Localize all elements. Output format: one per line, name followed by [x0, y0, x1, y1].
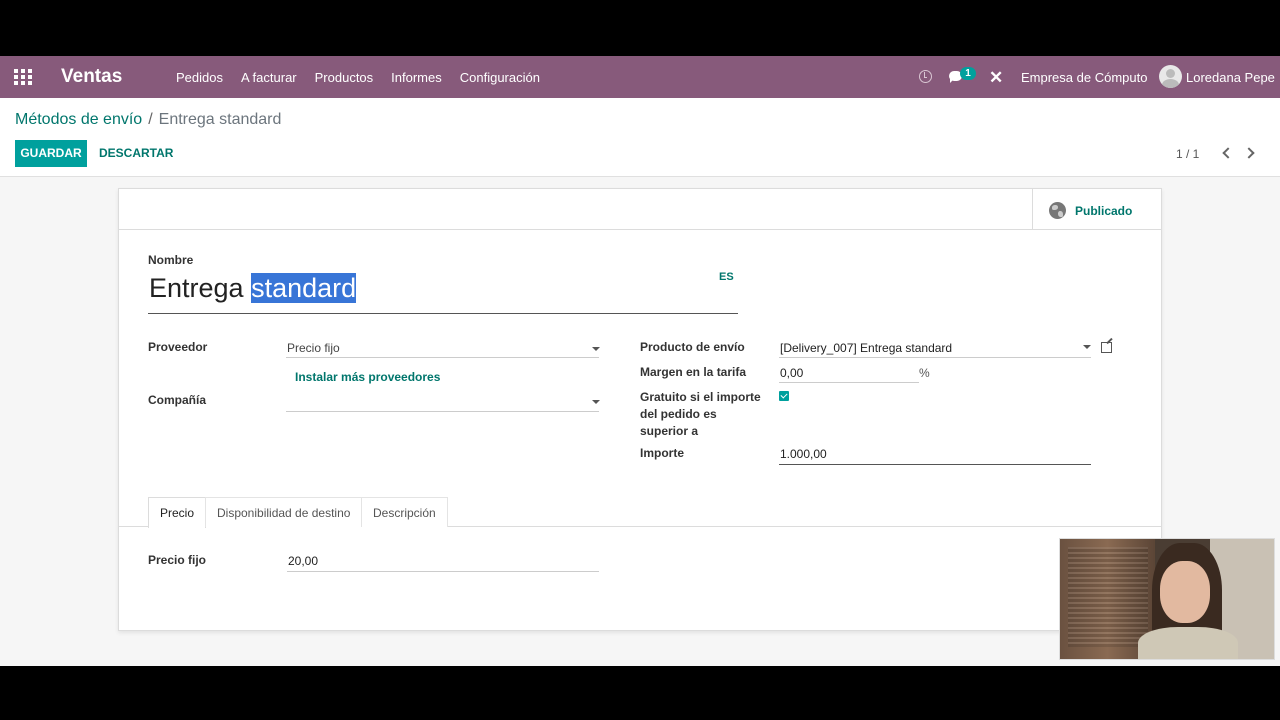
provider-select[interactable]: Precio fijo: [287, 341, 340, 355]
name-input[interactable]: Entrega standard: [149, 273, 357, 304]
name-underline: [148, 313, 738, 314]
amount-input[interactable]: 1.000,00: [780, 447, 827, 461]
top-navbar: Ventas Pedidos A facturar Productos Info…: [0, 56, 1280, 98]
user-menu[interactable]: Loredana Pepe: [1186, 70, 1275, 85]
published-label: Publicado: [1075, 204, 1133, 218]
activity-clock-icon[interactable]: [919, 70, 932, 83]
control-panel: Métodos de envío / Entrega standard GUARDA…: [0, 98, 1280, 177]
messages-count-badge: 1: [960, 67, 976, 80]
external-link-icon[interactable]: [1101, 342, 1112, 353]
save-button[interactable]: GUARDAR: [15, 140, 87, 167]
delivery-product-select[interactable]: [Delivery_007] Entrega standard: [780, 341, 952, 355]
menu-item-pedidos[interactable]: Pedidos: [176, 70, 223, 85]
margin-label: Margen en la tarifa: [640, 365, 747, 379]
globe-icon: [1049, 202, 1066, 219]
pager-next-icon[interactable]: [1243, 147, 1255, 159]
breadcrumb-separator: /: [148, 111, 153, 128]
name-label: Nombre: [148, 253, 194, 267]
translate-language-button[interactable]: ES: [719, 271, 734, 283]
webcam-overlay: [1059, 538, 1275, 660]
amount-label: Importe: [640, 446, 685, 460]
menu-item-configuracion[interactable]: Configuración: [460, 70, 540, 85]
free-over-checkbox[interactable]: [779, 391, 789, 401]
main-menu: Pedidos A facturar Productos Informes Co…: [176, 70, 558, 85]
company-switcher[interactable]: Empresa de Cómputo: [1021, 70, 1147, 85]
tab-precio[interactable]: Precio: [148, 497, 207, 528]
menu-item-a-facturar[interactable]: A facturar: [241, 70, 297, 85]
tab-descripcion[interactable]: Descripción: [361, 497, 448, 527]
fixed-price-underline: [287, 571, 599, 572]
company-select[interactable]: [287, 394, 587, 408]
free-over-label: Gratuito si el importe del pedido es sup…: [640, 390, 761, 438]
app-name[interactable]: Ventas: [61, 66, 122, 88]
pager-previous-icon[interactable]: [1222, 147, 1234, 159]
company-label: Compañía: [148, 393, 207, 407]
menu-item-productos[interactable]: Productos: [315, 70, 374, 85]
fixed-price-label: Precio fijo: [148, 553, 207, 567]
delivery-product-dropdown-icon[interactable]: [1083, 345, 1091, 349]
published-toggle-button[interactable]: Publicado: [1032, 189, 1163, 230]
delivery-product-label: Producto de envío: [640, 340, 745, 354]
smart-button-box: Publicado: [119, 189, 1161, 230]
delivery-product-underline: [779, 357, 1091, 358]
margin-input[interactable]: 0,00: [780, 366, 803, 380]
user-avatar[interactable]: [1159, 65, 1182, 88]
company-dropdown-icon[interactable]: [592, 400, 600, 404]
provider-label: Proveedor: [148, 340, 208, 354]
name-plain-text: Entrega: [149, 273, 252, 303]
breadcrumb-current: Entrega standard: [158, 111, 282, 128]
apps-grid-icon[interactable]: [14, 69, 32, 85]
debug-tools-icon[interactable]: ✕: [989, 68, 1003, 88]
install-providers-link[interactable]: Instalar más proveedores: [295, 370, 440, 384]
provider-dropdown-icon[interactable]: [592, 347, 600, 351]
fixed-price-input[interactable]: 20,00: [288, 554, 318, 568]
margin-unit: %: [919, 366, 930, 380]
amount-underline: [779, 464, 1091, 465]
breadcrumb: Métodos de envío / Entrega standard: [15, 111, 281, 129]
breadcrumb-parent-link[interactable]: Métodos de envío: [15, 111, 142, 128]
margin-underline: [779, 382, 919, 383]
form-sheet: Publicado Nombre Entrega standard ES Pro…: [118, 188, 1162, 631]
tab-disponibilidad-destino[interactable]: Disponibilidad de destino: [205, 497, 363, 527]
company-underline: [286, 411, 599, 412]
discard-button[interactable]: DESCARTAR: [99, 146, 173, 160]
menu-item-informes[interactable]: Informes: [391, 70, 442, 85]
notebook-tabs: Precio Disponibilidad de destino Descrip…: [119, 497, 1161, 528]
pager-value[interactable]: 1 / 1: [1176, 147, 1199, 161]
name-selected-text: standard: [251, 273, 357, 303]
app-screen: Ventas Pedidos A facturar Productos Info…: [0, 56, 1280, 666]
provider-underline: [286, 357, 599, 358]
